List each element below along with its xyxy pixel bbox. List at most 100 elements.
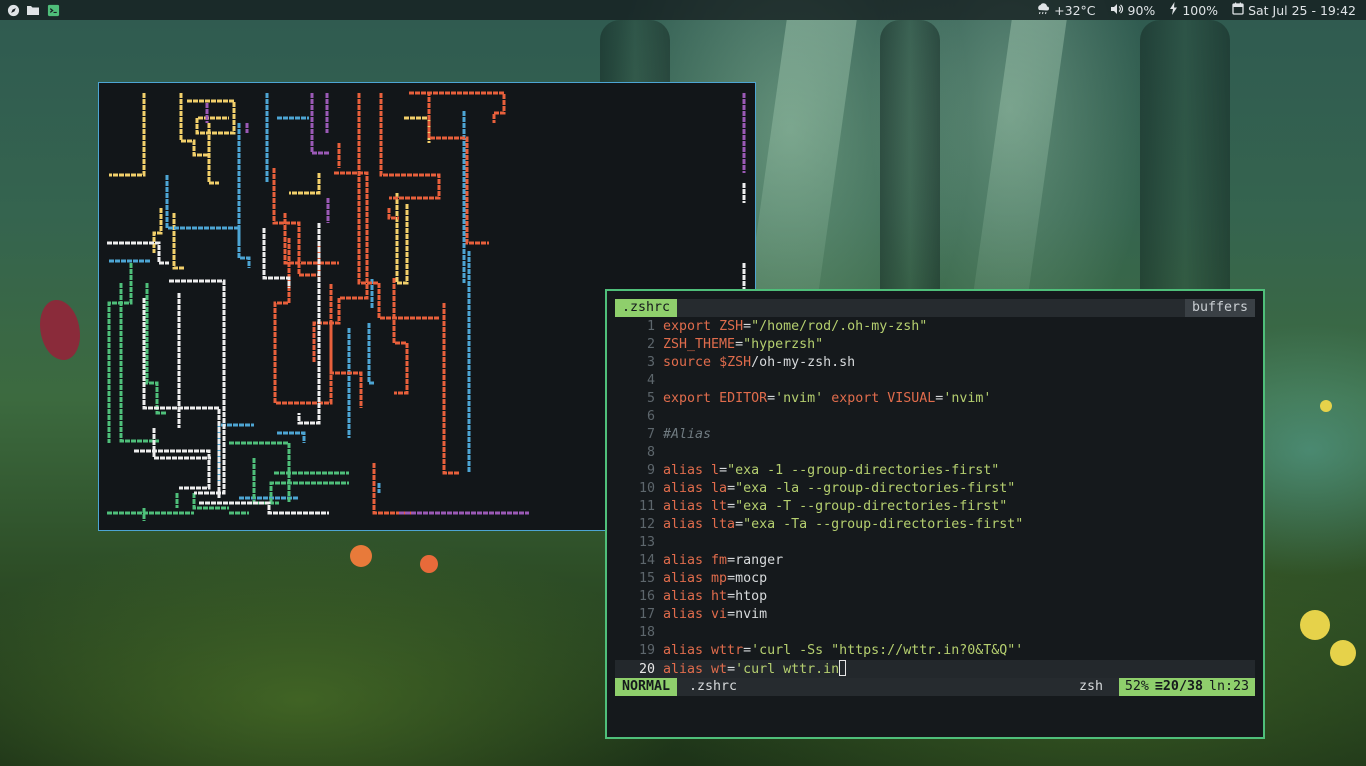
- pipe-segment: [145, 283, 167, 415]
- code-token: ht: [711, 589, 728, 604]
- line-number: 15: [638, 571, 655, 586]
- code-token: la: [711, 481, 728, 496]
- status-position: 52% ≡20/38 ln:23: [1118, 678, 1255, 696]
- code-token: "/home/rod/.oh-my-zsh": [751, 319, 928, 334]
- code-token: 'nvim': [775, 391, 824, 406]
- code-token: "hyperzsh": [743, 337, 824, 352]
- line-number: 18: [638, 625, 655, 640]
- code-line[interactable]: 1 export ZSH="/home/rod/.oh-my-zsh": [615, 318, 1255, 336]
- code-token: alias: [663, 463, 704, 478]
- code-token: export: [831, 391, 880, 406]
- wallpaper-flower: [420, 555, 438, 573]
- wallpaper-flower: [1300, 610, 1330, 640]
- code-line[interactable]: 4: [615, 372, 1255, 390]
- code-token: =: [727, 481, 736, 496]
- text-cursor: [839, 660, 847, 676]
- code-line[interactable]: 11 alias lt="exa -T --group-directories-f…: [615, 498, 1255, 516]
- folder-icon[interactable]: [25, 2, 41, 18]
- pipe-segment: [109, 93, 146, 177]
- code-token: alias: [663, 643, 704, 658]
- pipe-segment: [119, 283, 159, 443]
- code-line[interactable]: 18: [615, 624, 1255, 642]
- line-number: 12: [638, 517, 655, 532]
- code-token: ZSH: [719, 319, 744, 334]
- pipe-segment: [421, 91, 489, 245]
- pipe-segment: [395, 193, 409, 285]
- code-line[interactable]: 15 alias mp=mocp: [615, 570, 1255, 588]
- volume-widget[interactable]: 90%: [1110, 3, 1155, 18]
- code-line[interactable]: 2 ZSH_THEME="hyperzsh": [615, 336, 1255, 354]
- code-line[interactable]: 3 source $ZSH/oh-my-zsh.sh: [615, 354, 1255, 372]
- code-line[interactable]: 13: [615, 534, 1255, 552]
- terminal-icon[interactable]: [45, 2, 61, 18]
- code-line[interactable]: 14 alias fm=ranger: [615, 552, 1255, 570]
- code-line[interactable]: 12 alias lta="exa -Ta --group-directories…: [615, 516, 1255, 534]
- weather-widget[interactable]: +32°C: [1036, 2, 1096, 18]
- pipe-segment: [283, 213, 339, 265]
- code-token: alias: [663, 571, 704, 586]
- pipe-segment: [404, 116, 431, 143]
- buffers-label[interactable]: buffers: [1184, 299, 1255, 317]
- pipe-segment: [172, 213, 184, 270]
- code-line[interactable]: 5 export EDITOR='nvim' export VISUAL='nvi…: [615, 390, 1255, 408]
- code-token: =: [735, 517, 744, 532]
- nvim-terminal-window[interactable]: .zshrc buffers 1 export ZSH="/home/rod/.o…: [605, 289, 1265, 739]
- code-token: =htop: [727, 589, 768, 604]
- line-number: 14: [638, 553, 655, 568]
- line-number: 3: [646, 355, 655, 370]
- code-token: /oh-my-zsh.sh: [751, 355, 856, 370]
- status-filename: .zshrc: [689, 679, 738, 694]
- code-token: VISUAL: [887, 391, 936, 406]
- code-line[interactable]: 9 alias l="exa -1 --group-directories-fir…: [615, 462, 1255, 480]
- line-number: 4: [646, 373, 655, 388]
- battery-level: 100%: [1182, 2, 1219, 18]
- line-number: 20: [638, 662, 655, 677]
- code-token: lt: [711, 499, 728, 514]
- line-number: 16: [638, 589, 655, 604]
- top-panel: +32°C 90% 100% Sat Jul 25 - 19:42: [0, 0, 1366, 20]
- code-token: =: [727, 662, 736, 677]
- code-token: "exa -1 --group-directories-first": [727, 463, 1000, 478]
- code-token: =: [727, 499, 736, 514]
- code-token: 'nvim': [943, 391, 992, 406]
- line-number: 17: [638, 607, 655, 622]
- code-token: "exa -Ta --group-directories-first": [743, 517, 1024, 532]
- pipe-segment: [192, 493, 229, 510]
- compass-icon[interactable]: [5, 2, 21, 18]
- code-line[interactable]: 6: [615, 408, 1255, 426]
- clock-widget[interactable]: Sat Jul 25 - 19:42: [1232, 2, 1356, 18]
- line-number: 19: [638, 643, 655, 658]
- code-token: source: [663, 355, 712, 370]
- code-token: $ZSH: [719, 355, 752, 370]
- code-token: export: [663, 391, 712, 406]
- code-line[interactable]: 10 alias la="exa -la --group-directories-…: [615, 480, 1255, 498]
- code-line[interactable]: 20 alias wt='curl wttr.in: [615, 660, 1255, 678]
- code-line[interactable]: 19 alias wttr='curl -Ss "https://wttr.in?…: [615, 642, 1255, 660]
- code-token: alias: [663, 499, 704, 514]
- tab-zshrc[interactable]: .zshrc: [615, 299, 678, 317]
- code-token: 'curl -Ss "https://wttr.in?0&T&Q"': [751, 643, 1024, 658]
- wallpaper-flower: [350, 545, 372, 567]
- code-token: "exa -la --group-directories-first": [735, 481, 1016, 496]
- code-line[interactable]: 8: [615, 444, 1255, 462]
- code-token: alias: [663, 589, 704, 604]
- pipe-segment: [152, 428, 211, 460]
- line-number: 6: [646, 409, 655, 424]
- weather-cloud-rain-icon: [1036, 2, 1050, 18]
- code-token: wt: [711, 662, 728, 677]
- battery-widget[interactable]: 100%: [1169, 2, 1218, 18]
- pipe-segment: [187, 99, 236, 135]
- code-line[interactable]: 17 alias vi=nvim: [615, 606, 1255, 624]
- code-line[interactable]: 16 alias ht=htop: [615, 588, 1255, 606]
- code-token: alias: [663, 662, 704, 677]
- code-token: =mocp: [727, 571, 768, 586]
- code-line[interactable]: 7 #Alias: [615, 426, 1255, 444]
